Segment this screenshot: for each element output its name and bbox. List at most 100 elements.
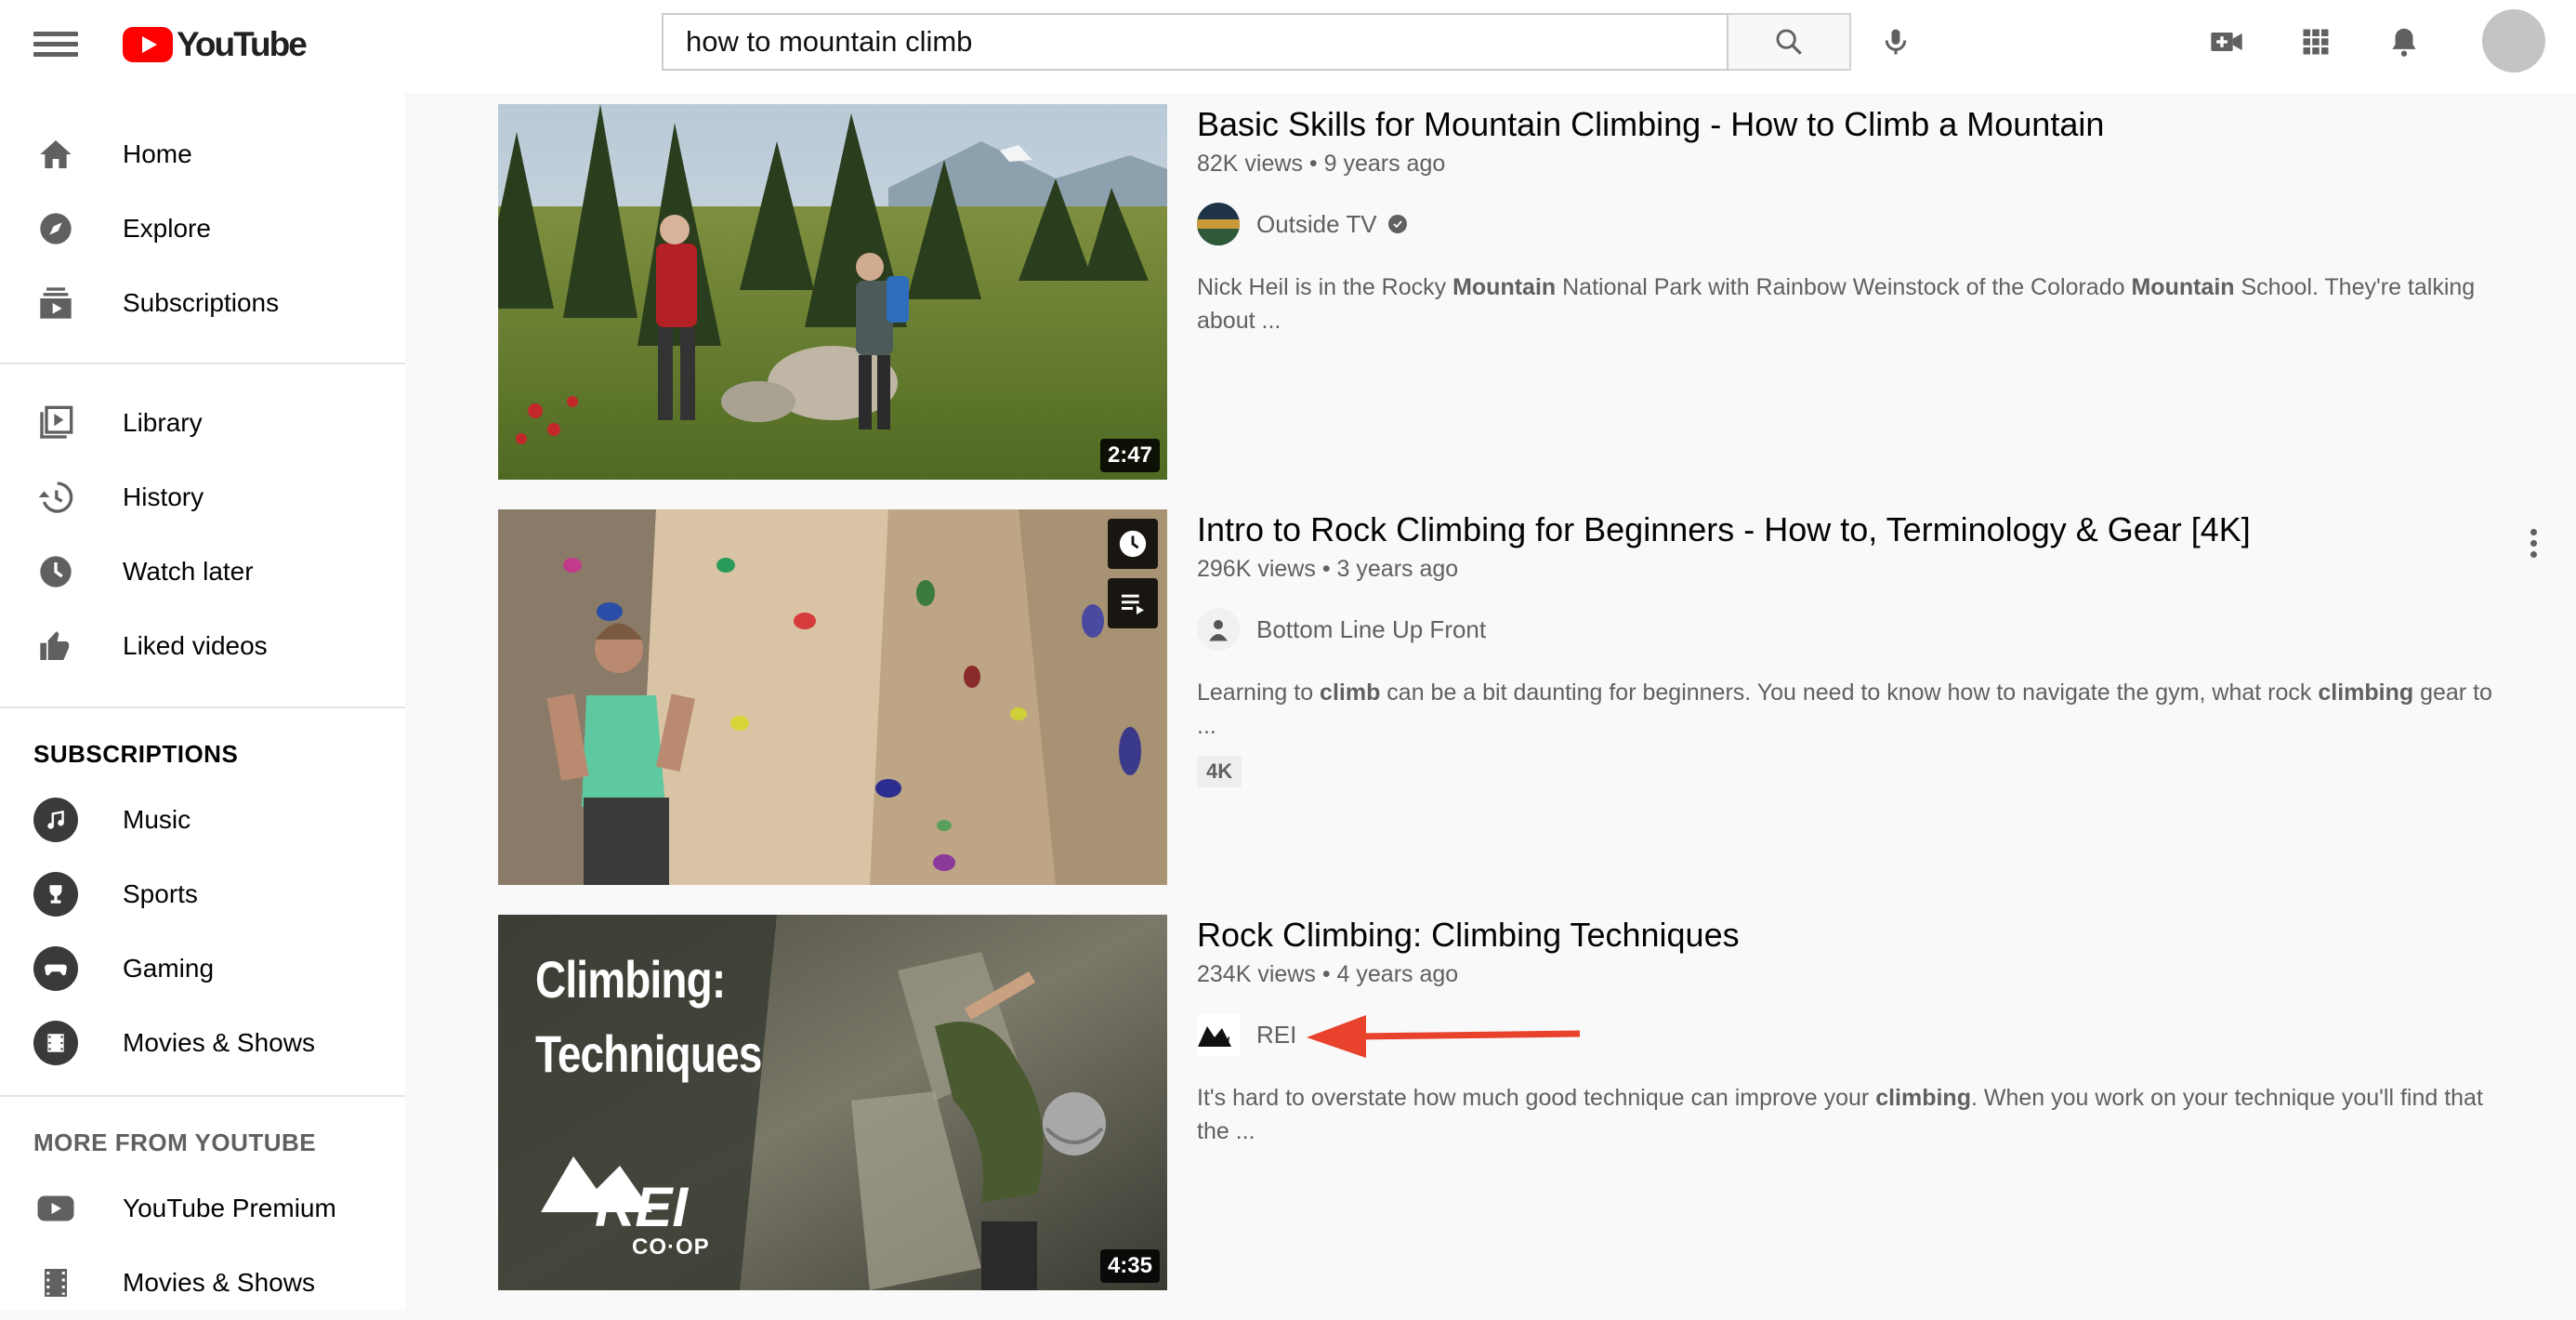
video-info: Basic Skills for Mountain Climbing - How… — [1197, 104, 2517, 337]
create-button[interactable] — [2199, 14, 2254, 70]
video-title[interactable]: Rock Climbing: Climbing Techniques — [1197, 915, 2517, 956]
video-meta: 234K views • 4 years ago — [1197, 961, 2517, 988]
sidebar-item-sports[interactable]: Sports — [0, 857, 405, 931]
thumbnail-overlay-text: Climbing: Techniques — [535, 950, 762, 1083]
video-meta: 82K views • 9 years ago — [1197, 151, 2517, 178]
video-result[interactable]: 2:47 Basic Skills for Mountain Climbing … — [498, 104, 2543, 480]
notifications-button[interactable] — [2376, 14, 2432, 70]
quality-badge: 4K — [1197, 756, 1242, 787]
youtube-logo[interactable]: YouTube — [123, 24, 308, 65]
view-count: 82K views — [1197, 151, 1303, 177]
thumbs-up-icon — [33, 626, 78, 667]
masthead: YouTube — [0, 0, 2576, 93]
compass-icon — [33, 208, 78, 249]
apps-button[interactable] — [2288, 14, 2344, 70]
sidebar-item-library[interactable]: Library — [0, 386, 405, 460]
duration-badge: 4:35 — [1099, 1249, 1160, 1283]
video-thumbnail[interactable]: 2:47 — [498, 104, 1167, 480]
watch-later-button[interactable] — [1108, 519, 1158, 569]
sidebar-item-label: Library — [123, 408, 203, 437]
channel-avatar[interactable]: REI — [1197, 1013, 1240, 1056]
verified-badge-icon — [1387, 215, 1407, 233]
queue-icon — [1122, 594, 1144, 614]
sidebar-item-label: Gaming — [123, 954, 215, 983]
video-result[interactable]: Intro to Rock Climbing for Beginners - H… — [498, 509, 2543, 885]
video-title[interactable]: Intro to Rock Climbing for Beginners - H… — [1197, 509, 2517, 550]
hikers-thumbnail-image — [498, 104, 1167, 480]
add-to-queue-button[interactable] — [1108, 578, 1158, 628]
sidebar-item-label: Sports — [123, 879, 198, 908]
sidebar-item-youtube-premium[interactable]: YouTube Premium — [0, 1171, 405, 1246]
sidebar-item-movies-shows[interactable]: Movies & Shows — [0, 1006, 405, 1080]
channel-row[interactable]: Outside TV — [1197, 202, 2517, 246]
video-description: Nick Heil is in the Rocky Mountain Natio… — [1197, 274, 2476, 334]
clock-icon — [1119, 530, 1147, 558]
channel-name[interactable]: Bottom Line Up Front — [1256, 615, 1486, 644]
sidebar-item-label: Subscriptions — [123, 288, 280, 317]
svg-text:REI: REI — [1211, 1035, 1230, 1048]
view-count: 296K views — [1197, 556, 1316, 582]
channel-avatar[interactable] — [1197, 203, 1240, 245]
menu-icon[interactable] — [33, 26, 78, 63]
video-meta: 296K views • 3 years ago — [1197, 556, 2517, 583]
avatar[interactable] — [2482, 9, 2545, 73]
sidebar-item-label: Liked videos — [123, 631, 268, 660]
subscriptions-heading: SUBSCRIPTIONS — [33, 740, 239, 768]
clock-icon — [33, 551, 78, 592]
video-description: Learning to climb can be a bit daunting … — [1197, 680, 2492, 739]
film-icon — [33, 1021, 78, 1065]
search-input[interactable] — [664, 15, 1727, 69]
video-title[interactable]: Basic Skills for Mountain Climbing - How… — [1197, 104, 2517, 145]
channel-name[interactable]: Outside TV — [1256, 210, 1377, 239]
sidebar-item-label: History — [123, 482, 204, 511]
search-icon — [1776, 29, 1802, 55]
history-icon — [33, 477, 78, 518]
sidebar-item-label: Watch later — [123, 557, 254, 586]
sidebar-item-watch-later[interactable]: Watch later — [0, 535, 405, 609]
video-result[interactable]: Climbing: Techniques REI CO·OP 4:35 Rock… — [498, 915, 2543, 1290]
youtube-play-icon — [123, 27, 173, 62]
video-thumbnail[interactable] — [498, 509, 1167, 885]
library-icon — [33, 403, 78, 443]
apps-grid-icon — [2303, 29, 2329, 55]
youtube-icon — [33, 1188, 78, 1229]
music-note-icon — [33, 798, 78, 842]
sidebar-item-label: Home — [123, 139, 192, 168]
upload-age: 3 years ago — [1336, 556, 1459, 582]
more-options-icon[interactable] — [2524, 524, 2543, 562]
divider — [0, 363, 405, 364]
sidebar-item-label: Movies & Shows — [123, 1028, 315, 1057]
search-button[interactable] — [1728, 13, 1851, 71]
sidebar-item-explore[interactable]: Explore — [0, 191, 405, 266]
sidebar-item-label: Music — [123, 805, 191, 834]
bell-icon — [2392, 28, 2416, 57]
sidebar-item-subscriptions[interactable]: Subscriptions — [0, 266, 405, 340]
view-count: 234K views — [1197, 961, 1316, 987]
sidebar-item-gaming[interactable]: Gaming — [0, 931, 405, 1006]
channel-avatar[interactable] — [1197, 608, 1240, 651]
meta-separator: • — [1321, 961, 1331, 987]
sidebar-item-liked-videos[interactable]: Liked videos — [0, 609, 405, 683]
sidebar-item-music[interactable]: Music — [0, 783, 405, 857]
sidebar-item-history[interactable]: History — [0, 460, 405, 535]
sidebar: Home Explore Subscriptions Library Histo… — [0, 93, 405, 1311]
upload-age: 4 years ago — [1336, 961, 1459, 987]
microphone-button[interactable] — [1868, 14, 1924, 70]
video-thumbnail[interactable]: Climbing: Techniques REI CO·OP 4:35 — [498, 915, 1167, 1290]
microphone-icon — [1885, 29, 1907, 55]
climbing-gym-thumbnail-image — [498, 509, 1167, 885]
meta-separator: • — [1308, 151, 1318, 177]
channel-name[interactable]: REI — [1256, 1021, 1296, 1049]
logo-text: YouTube — [177, 25, 308, 63]
channel-row[interactable]: Bottom Line Up Front — [1197, 607, 2517, 652]
film-strip-icon — [33, 1262, 78, 1303]
video-camera-icon — [2211, 33, 2242, 51]
sidebar-item-label: YouTube Premium — [123, 1194, 336, 1222]
trophy-icon — [33, 872, 78, 917]
sidebar-item-home[interactable]: Home — [0, 117, 405, 191]
sidebar-item-label: Movies & Shows — [123, 1268, 315, 1297]
subscriptions-icon — [33, 283, 78, 323]
search-field[interactable] — [662, 13, 1728, 71]
sidebar-item-label: Explore — [123, 214, 211, 243]
sidebar-item-movies-shows-more[interactable]: Movies & Shows — [0, 1246, 405, 1320]
